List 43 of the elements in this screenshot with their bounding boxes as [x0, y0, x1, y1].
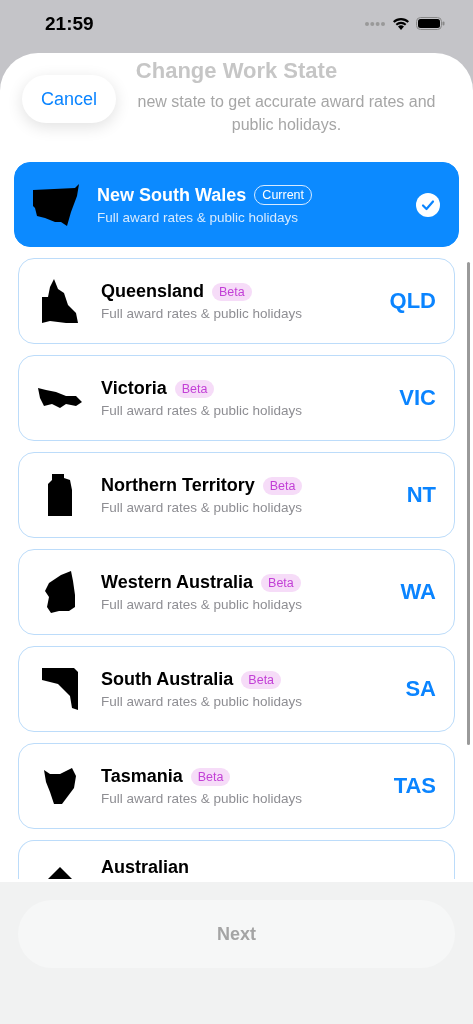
state-name: Tasmania: [101, 766, 183, 787]
state-name: Queensland: [101, 281, 205, 302]
state-description: Full award rates & public holidays: [101, 597, 304, 612]
state-code: QLD: [389, 288, 436, 314]
state-card[interactable]: Tasmania Beta Full award rates & public holidays TAS: [18, 743, 455, 829]
signal-icon: [364, 20, 386, 27]
state-code: SA: [405, 676, 436, 702]
sheet-subtitle: new state to get accurate award rates and public holidays.: [136, 92, 437, 135]
sheet-title: Change Work State: [134, 58, 339, 84]
state-name: Western Australia: [101, 572, 254, 593]
status-time: 21:59: [45, 12, 94, 35]
state-code: TAS: [393, 773, 436, 799]
state-description: Full award rates & public holidays: [101, 403, 304, 418]
state-card[interactable]: Northern Territory Beta Full award rates & public holidays NT: [18, 452, 455, 538]
state-name: New South Wales: [97, 184, 247, 206]
state-tag: Beta: [174, 379, 215, 398]
state-name: South Australia: [101, 669, 234, 690]
state-description: Full award rates & public holidays: [101, 694, 304, 709]
state-description: Full award rates & public holidays: [101, 791, 304, 806]
state-description: Full award rates & public holidays: [101, 306, 304, 321]
state-tag: Beta: [212, 282, 252, 301]
state-tag: Beta: [261, 573, 301, 592]
state-card[interactable]: Western Australia Beta Full award rates & public holidays WA: [18, 549, 455, 635]
cancel-button[interactable]: Cancel: [22, 75, 116, 123]
state-code: NT: [406, 482, 436, 508]
state-description: Full award rates & public holidays: [97, 209, 300, 225]
state-tag: Beta: [190, 767, 231, 786]
state-card[interactable]: Australian: [18, 840, 455, 879]
state-code: WA: [400, 579, 436, 605]
checkmark-icon: [416, 192, 440, 217]
state-name: Victoria: [101, 378, 167, 399]
state-name: Northern Territory: [101, 475, 255, 496]
state-name: Australian: [101, 857, 190, 878]
wifi-icon: [392, 17, 410, 30]
state-card[interactable]: Queensland Beta Full award rates & public holidays QLD: [18, 258, 455, 344]
state-card[interactable]: South Australia Beta Full award rates & public holidays SA: [18, 646, 455, 732]
battery-icon: [416, 17, 445, 30]
state-tag: Beta: [262, 476, 303, 495]
state-tag: Beta: [241, 670, 282, 689]
state-code: VIC: [399, 385, 436, 411]
scrollbar[interactable]: [467, 262, 470, 745]
state-description: Full award rates & public holidays: [101, 500, 304, 515]
state-card[interactable]: Victoria Beta Full award rates & public holidays VIC: [18, 355, 455, 441]
